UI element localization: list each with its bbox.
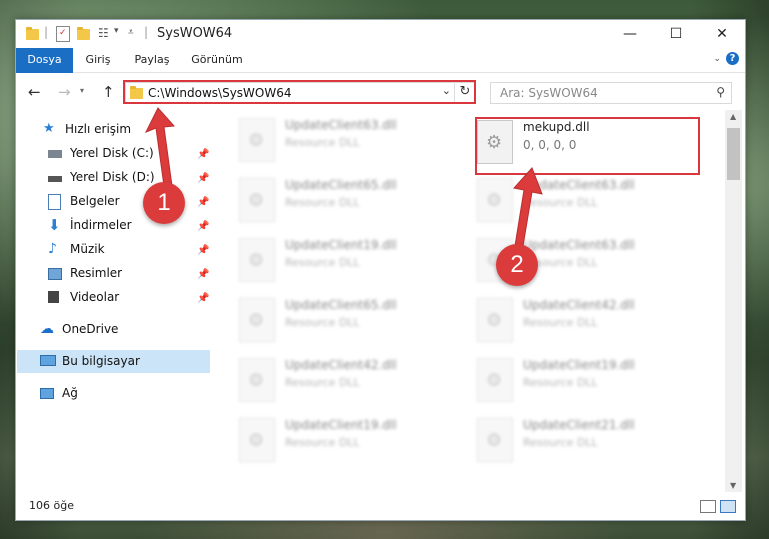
arrow-to-file [513, 167, 543, 253]
step-1-badge: 1 [143, 182, 185, 224]
step-2-badge: 2 [496, 244, 538, 286]
arrow-to-address-bar [144, 107, 176, 187]
callout-arrows [144, 107, 543, 253]
